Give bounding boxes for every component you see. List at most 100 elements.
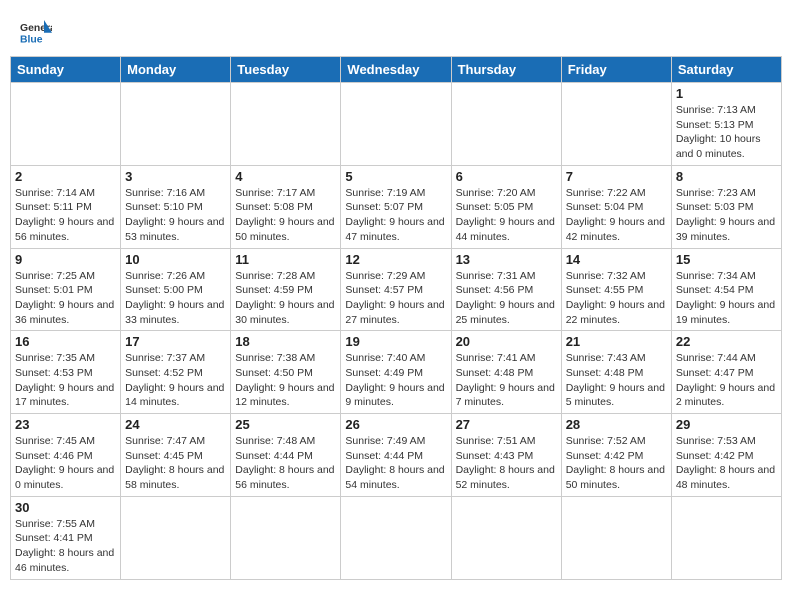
day-info: Sunrise: 7:52 AM Sunset: 4:42 PM Dayligh… [566, 434, 667, 493]
weekday-header-cell: Monday [121, 57, 231, 83]
day-number: 27 [456, 417, 557, 432]
day-info: Sunrise: 7:35 AM Sunset: 4:53 PM Dayligh… [15, 351, 116, 410]
calendar-day-cell [121, 496, 231, 579]
day-info: Sunrise: 7:14 AM Sunset: 5:11 PM Dayligh… [15, 186, 116, 245]
day-info: Sunrise: 7:37 AM Sunset: 4:52 PM Dayligh… [125, 351, 226, 410]
day-number: 4 [235, 169, 336, 184]
weekday-header-cell: Wednesday [341, 57, 451, 83]
weekday-header-cell: Thursday [451, 57, 561, 83]
calendar-week-row: 2 Sunrise: 7:14 AM Sunset: 5:11 PM Daylig… [11, 165, 782, 248]
day-number: 2 [15, 169, 116, 184]
weekday-header-cell: Tuesday [231, 57, 341, 83]
calendar-day-cell: 16 Sunrise: 7:35 AM Sunset: 4:53 PM Dayli… [11, 331, 121, 414]
calendar-day-cell: 23 Sunrise: 7:45 AM Sunset: 4:46 PM Dayli… [11, 414, 121, 497]
calendar-day-cell: 10Sunrise: 7:26 AM Sunset: 5:00 PM Dayli… [121, 248, 231, 331]
day-info: Sunrise: 7:40 AM Sunset: 4:49 PM Dayligh… [345, 351, 446, 410]
day-number: 25 [235, 417, 336, 432]
calendar-day-cell: 26Sunrise: 7:49 AM Sunset: 4:44 PM Dayli… [341, 414, 451, 497]
day-info: Sunrise: 7:20 AM Sunset: 5:05 PM Dayligh… [456, 186, 557, 245]
calendar-week-row: 9Sunrise: 7:25 AM Sunset: 5:01 PM Daylig… [11, 248, 782, 331]
day-info: Sunrise: 7:22 AM Sunset: 5:04 PM Dayligh… [566, 186, 667, 245]
page-header: General Blue [10, 10, 782, 50]
calendar-day-cell: 30 Sunrise: 7:55 AM Sunset: 4:41 PM Dayli… [11, 496, 121, 579]
day-info: Sunrise: 7:38 AM Sunset: 4:50 PM Dayligh… [235, 351, 336, 410]
day-number: 22 [676, 334, 777, 349]
day-number: 8 [676, 169, 777, 184]
day-number: 6 [456, 169, 557, 184]
calendar-day-cell: 12 Sunrise: 7:29 AM Sunset: 4:57 PM Dayli… [341, 248, 451, 331]
day-number: 5 [345, 169, 446, 184]
day-info: Sunrise: 7:41 AM Sunset: 4:48 PM Dayligh… [456, 351, 557, 410]
calendar-day-cell: 6 Sunrise: 7:20 AM Sunset: 5:05 PM Daylig… [451, 165, 561, 248]
day-number: 1 [676, 86, 777, 101]
day-info: Sunrise: 7:16 AM Sunset: 5:10 PM Dayligh… [125, 186, 226, 245]
calendar-day-cell [561, 83, 671, 166]
calendar-day-cell: 8 Sunrise: 7:23 AM Sunset: 5:03 PM Daylig… [671, 165, 781, 248]
day-info: Sunrise: 7:55 AM Sunset: 4:41 PM Dayligh… [15, 517, 116, 576]
day-number: 3 [125, 169, 226, 184]
day-info: Sunrise: 7:23 AM Sunset: 5:03 PM Dayligh… [676, 186, 777, 245]
logo-icon: General Blue [20, 18, 52, 46]
day-number: 7 [566, 169, 667, 184]
day-number: 16 [15, 334, 116, 349]
calendar-day-cell [341, 83, 451, 166]
day-number: 18 [235, 334, 336, 349]
day-number: 23 [15, 417, 116, 432]
calendar-day-cell: 9Sunrise: 7:25 AM Sunset: 5:01 PM Daylig… [11, 248, 121, 331]
calendar-day-cell: 4 Sunrise: 7:17 AM Sunset: 5:08 PM Daylig… [231, 165, 341, 248]
day-number: 19 [345, 334, 446, 349]
calendar-day-cell: 17 Sunrise: 7:37 AM Sunset: 4:52 PM Dayli… [121, 331, 231, 414]
calendar-day-cell: 20 Sunrise: 7:41 AM Sunset: 4:48 PM Dayli… [451, 331, 561, 414]
calendar-day-cell [671, 496, 781, 579]
day-info: Sunrise: 7:48 AM Sunset: 4:44 PM Dayligh… [235, 434, 336, 493]
logo: General Blue [20, 18, 52, 46]
day-info: Sunrise: 7:25 AM Sunset: 5:01 PM Dayligh… [15, 269, 116, 328]
calendar-day-cell: 25 Sunrise: 7:48 AM Sunset: 4:44 PM Dayli… [231, 414, 341, 497]
day-number: 11 [235, 252, 336, 267]
weekday-header-cell: Saturday [671, 57, 781, 83]
day-info: Sunrise: 7:32 AM Sunset: 4:55 PM Dayligh… [566, 269, 667, 328]
calendar-day-cell [11, 83, 121, 166]
day-info: Sunrise: 7:51 AM Sunset: 4:43 PM Dayligh… [456, 434, 557, 493]
weekday-header-cell: Sunday [11, 57, 121, 83]
day-info: Sunrise: 7:19 AM Sunset: 5:07 PM Dayligh… [345, 186, 446, 245]
day-number: 30 [15, 500, 116, 515]
calendar-day-cell [451, 83, 561, 166]
calendar-day-cell: 18 Sunrise: 7:38 AM Sunset: 4:50 PM Dayli… [231, 331, 341, 414]
calendar-day-cell [561, 496, 671, 579]
calendar-day-cell: 22 Sunrise: 7:44 AM Sunset: 4:47 PM Dayli… [671, 331, 781, 414]
calendar-day-cell: 19 Sunrise: 7:40 AM Sunset: 4:49 PM Dayli… [341, 331, 451, 414]
day-number: 15 [676, 252, 777, 267]
day-info: Sunrise: 7:17 AM Sunset: 5:08 PM Dayligh… [235, 186, 336, 245]
weekday-header-row: SundayMondayTuesdayWednesdayThursdayFrid… [11, 57, 782, 83]
calendar-day-cell: 27 Sunrise: 7:51 AM Sunset: 4:43 PM Dayli… [451, 414, 561, 497]
day-info: Sunrise: 7:44 AM Sunset: 4:47 PM Dayligh… [676, 351, 777, 410]
calendar-day-cell: 24Sunrise: 7:47 AM Sunset: 4:45 PM Dayli… [121, 414, 231, 497]
calendar-day-cell [341, 496, 451, 579]
day-info: Sunrise: 7:31 AM Sunset: 4:56 PM Dayligh… [456, 269, 557, 328]
calendar-day-cell: 7 Sunrise: 7:22 AM Sunset: 5:04 PM Daylig… [561, 165, 671, 248]
day-number: 17 [125, 334, 226, 349]
day-number: 12 [345, 252, 446, 267]
calendar-day-cell: 28 Sunrise: 7:52 AM Sunset: 4:42 PM Dayli… [561, 414, 671, 497]
calendar-body: 1 Sunrise: 7:13 AM Sunset: 5:13 PM Daylig… [11, 83, 782, 580]
calendar-week-row: 16 Sunrise: 7:35 AM Sunset: 4:53 PM Dayli… [11, 331, 782, 414]
calendar-week-row: 1 Sunrise: 7:13 AM Sunset: 5:13 PM Daylig… [11, 83, 782, 166]
day-info: Sunrise: 7:45 AM Sunset: 4:46 PM Dayligh… [15, 434, 116, 493]
calendar-day-cell: 21Sunrise: 7:43 AM Sunset: 4:48 PM Dayli… [561, 331, 671, 414]
calendar-day-cell: 14Sunrise: 7:32 AM Sunset: 4:55 PM Dayli… [561, 248, 671, 331]
day-info: Sunrise: 7:49 AM Sunset: 4:44 PM Dayligh… [345, 434, 446, 493]
day-info: Sunrise: 7:29 AM Sunset: 4:57 PM Dayligh… [345, 269, 446, 328]
day-info: Sunrise: 7:13 AM Sunset: 5:13 PM Dayligh… [676, 103, 777, 162]
calendar-day-cell [121, 83, 231, 166]
calendar-day-cell: 15 Sunrise: 7:34 AM Sunset: 4:54 PM Dayli… [671, 248, 781, 331]
calendar-day-cell: 1 Sunrise: 7:13 AM Sunset: 5:13 PM Daylig… [671, 83, 781, 166]
day-info: Sunrise: 7:26 AM Sunset: 5:00 PM Dayligh… [125, 269, 226, 328]
calendar-day-cell: 3 Sunrise: 7:16 AM Sunset: 5:10 PM Daylig… [121, 165, 231, 248]
calendar-day-cell [231, 496, 341, 579]
day-info: Sunrise: 7:34 AM Sunset: 4:54 PM Dayligh… [676, 269, 777, 328]
day-number: 20 [456, 334, 557, 349]
svg-text:Blue: Blue [20, 34, 43, 45]
day-number: 28 [566, 417, 667, 432]
calendar-day-cell: 11Sunrise: 7:28 AM Sunset: 4:59 PM Dayli… [231, 248, 341, 331]
